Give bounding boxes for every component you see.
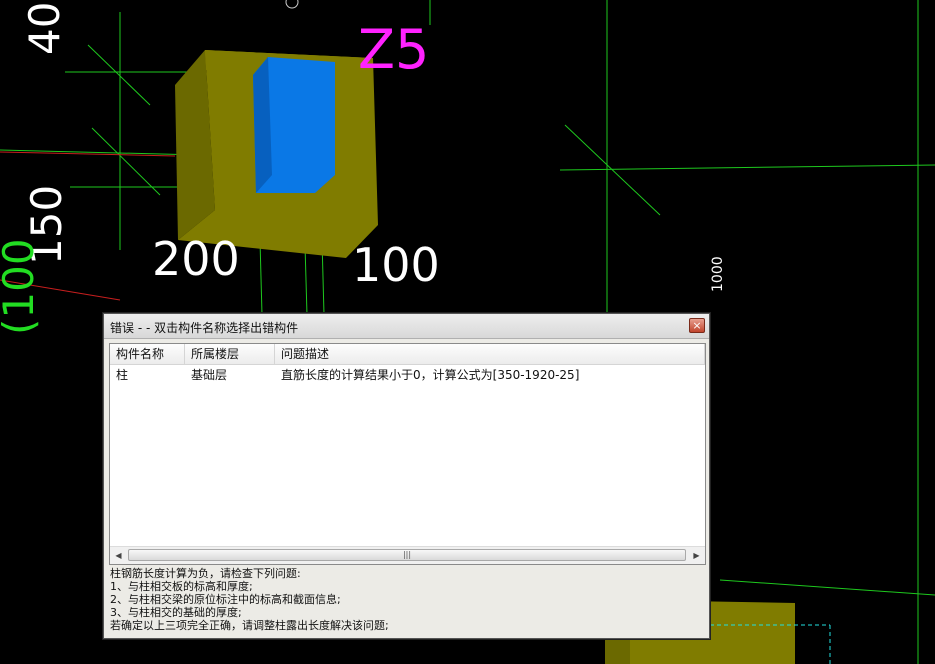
axis-bubble <box>285 0 299 9</box>
cell-component-name[interactable]: 柱 <box>110 365 185 385</box>
dialog-title: 错误 - - 双击构件名称选择出错构件 <box>110 321 299 335</box>
cell-floor: 基础层 <box>191 368 228 382</box>
dimension-40: 40 <box>20 1 69 55</box>
table-header: 构件名称 所属楼层 问题描述 <box>110 344 705 365</box>
scroll-left-icon[interactable]: ◀ <box>110 547 127 564</box>
scroll-right-icon[interactable]: ▶ <box>688 547 705 564</box>
cell-issue: 直筋长度的计算结果小于0，计算公式为[350-1920-25] <box>281 368 580 382</box>
dimension-1000: 1000 <box>710 256 726 292</box>
problem-description: 柱钢筋长度计算为负，请检查下列问题: 1、与柱相交板的标高和厚度; 2、与柱相交… <box>110 567 705 632</box>
component-label-z5: Z5 <box>358 18 430 81</box>
column-header-name[interactable]: 构件名称 <box>110 344 185 364</box>
error-dialog: 错误 - - 双击构件名称选择出错构件 × 构件名称 所属楼层 问题描述 柱 基… <box>103 313 710 639</box>
column-header-floor[interactable]: 所属楼层 <box>185 344 275 364</box>
column-header-issue[interactable]: 问题描述 <box>275 344 705 364</box>
description-line: 若确定以上三项完全正确，请调整柱露出长度解决该问题; <box>110 619 389 632</box>
column-3d-model[interactable] <box>175 50 378 258</box>
error-table: 构件名称 所属楼层 问题描述 柱 基础层 直筋长度的计算结果小于0，计算公式为[… <box>109 343 706 565</box>
close-button[interactable]: × <box>689 318 705 333</box>
dimension-200: 200 <box>152 232 240 286</box>
dialog-titlebar[interactable]: 错误 - - 双击构件名称选择出错构件 × <box>104 314 709 339</box>
scroll-thumb[interactable]: ||| <box>128 549 686 561</box>
table-row[interactable]: 柱 基础层 直筋长度的计算结果小于0，计算公式为[350-1920-25] <box>110 365 705 385</box>
dimension-100: 100 <box>352 238 440 292</box>
description-line: 柱钢筋长度计算为负，请检查下列问题: <box>110 567 301 580</box>
description-line: 1、与柱相交板的标高和厚度; <box>110 580 253 593</box>
description-line: 3、与柱相交的基础的厚度; <box>110 606 242 619</box>
description-line: 2、与柱相交梁的原位标注中的标高和截面信息; <box>110 593 341 606</box>
close-icon: × <box>692 319 702 332</box>
horizontal-scrollbar[interactable]: ◀ ||| ▶ <box>110 546 705 564</box>
dimension-100-green: (100 <box>0 238 43 335</box>
